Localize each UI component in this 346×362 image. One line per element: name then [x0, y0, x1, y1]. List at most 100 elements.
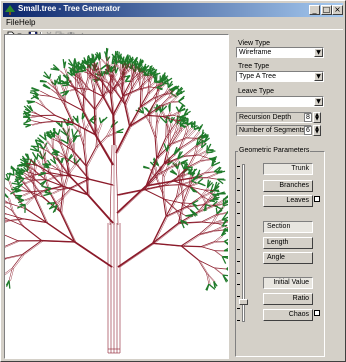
app-tree-icon	[5, 5, 15, 15]
leaf	[206, 145, 209, 153]
menu-file[interactable]: File	[6, 18, 19, 27]
branch-segment	[98, 123, 103, 134]
close-button[interactable]: ×	[332, 5, 343, 15]
leaf	[48, 73, 52, 79]
branch-segment	[206, 177, 218, 180]
maximize-button[interactable]: □	[321, 5, 332, 15]
branch-segment	[170, 101, 179, 103]
branch-segment	[119, 243, 155, 268]
length-button[interactable]: Length	[263, 237, 313, 249]
branch-segment	[165, 199, 178, 211]
slider-tick	[237, 320, 240, 321]
slider-tick	[237, 189, 240, 191]
leaf	[42, 185, 52, 189]
trunk-button[interactable]: Trunk	[263, 163, 313, 175]
geometric-parameters-title: Geometric Parameters	[238, 147, 311, 154]
leaf	[166, 78, 169, 88]
view-type-value: Wireframe	[239, 49, 272, 56]
branch-segment	[36, 101, 46, 108]
leaf	[36, 153, 39, 160]
branches-button[interactable]: Branches	[263, 180, 313, 192]
branch-segment	[93, 91, 96, 110]
branch-segment	[42, 196, 61, 213]
section-button[interactable]: Section	[263, 221, 313, 233]
branch-segment	[47, 222, 77, 243]
leaf	[197, 182, 204, 186]
branch-segment	[152, 222, 179, 244]
branch-segment	[5, 221, 9, 223]
slider-tick	[237, 225, 240, 227]
leaf	[100, 64, 107, 70]
branch-segment	[154, 137, 158, 159]
branch-segment	[139, 91, 142, 108]
branch-segment	[118, 189, 146, 196]
segments-label: Number of Segments	[236, 125, 312, 136]
tree-type-select[interactable]: Type A Tree ▼	[236, 71, 324, 82]
leaf	[226, 268, 228, 271]
tree-viewport[interactable]	[4, 34, 229, 359]
branch-segment	[173, 138, 188, 145]
toggle-checkbox[interactable]	[314, 310, 320, 316]
leave-type-select[interactable]: ▼	[236, 96, 324, 107]
dropdown-arrow-icon[interactable]: ▼	[314, 97, 323, 106]
branch-segment	[24, 240, 44, 255]
leaf	[141, 107, 145, 114]
segments-value[interactable]: 6	[304, 126, 312, 135]
leaf	[215, 207, 218, 214]
dropdown-arrow-icon[interactable]: ▼	[314, 72, 323, 81]
chaos-button[interactable]: Chaos	[263, 309, 313, 321]
slider-tick	[237, 177, 240, 179]
branch-segment	[94, 134, 114, 166]
ratio-button[interactable]: Ratio	[263, 293, 313, 305]
slider-tick	[237, 166, 240, 167]
control-panel: View Type Wireframe ▼ Tree Type Type A T…	[231, 34, 344, 359]
window-title: Small.tree - Tree Generator	[18, 4, 121, 13]
leaf	[76, 115, 79, 123]
recursion-depth-spinner[interactable]: ▲ ▼	[313, 112, 321, 123]
branch-segment	[21, 225, 42, 242]
leaf	[226, 210, 228, 213]
branch-segment	[199, 152, 207, 161]
branch-segment	[152, 215, 167, 244]
branch-segment	[115, 125, 131, 154]
leaf	[71, 128, 74, 138]
branch-segment	[43, 106, 55, 116]
dropdown-arrow-icon[interactable]: ▼	[314, 48, 323, 57]
toggle-checkbox[interactable]	[314, 196, 320, 202]
initial-value-button[interactable]: Initial Value	[263, 277, 313, 289]
leaves-button[interactable]: Leaves	[263, 195, 313, 207]
leaf	[15, 189, 22, 192]
branch-segment	[106, 131, 117, 137]
branch-segment	[87, 147, 98, 167]
branch-segment	[114, 96, 125, 116]
branch-segment	[85, 147, 97, 167]
branch-segment	[38, 99, 45, 107]
minimize-button[interactable]: _	[309, 5, 320, 15]
menu-help[interactable]: Help	[19, 18, 35, 27]
branch-segment	[21, 191, 31, 196]
segments-spinner[interactable]: ▲ ▼	[313, 125, 321, 136]
branch-segment	[156, 112, 161, 124]
branch-segment	[182, 146, 195, 157]
spin-down-icon[interactable]: ▼	[314, 130, 320, 135]
parameter-slider-thumb[interactable]	[239, 298, 248, 305]
branch-segment	[201, 214, 216, 223]
branch-segment	[213, 235, 222, 242]
branch-segment	[84, 131, 87, 147]
leave-type-label: Leave Type	[238, 88, 275, 95]
branch-segment	[156, 123, 159, 139]
view-type-select[interactable]: Wireframe ▼	[236, 47, 324, 58]
branch-segment	[34, 101, 44, 107]
menu-bar: File Help	[3, 17, 343, 28]
tree-wireframe	[5, 47, 228, 354]
branch-segment	[202, 242, 216, 248]
leaf	[207, 143, 212, 151]
recursion-depth-value[interactable]: 8	[304, 113, 312, 122]
branch-segment	[188, 174, 191, 187]
leaf	[57, 128, 61, 136]
angle-button[interactable]: Angle	[263, 252, 313, 264]
branch-segment	[51, 137, 53, 149]
spin-down-icon[interactable]: ▼	[314, 117, 320, 122]
branch-segment	[59, 152, 67, 159]
branch-segment	[124, 104, 131, 127]
